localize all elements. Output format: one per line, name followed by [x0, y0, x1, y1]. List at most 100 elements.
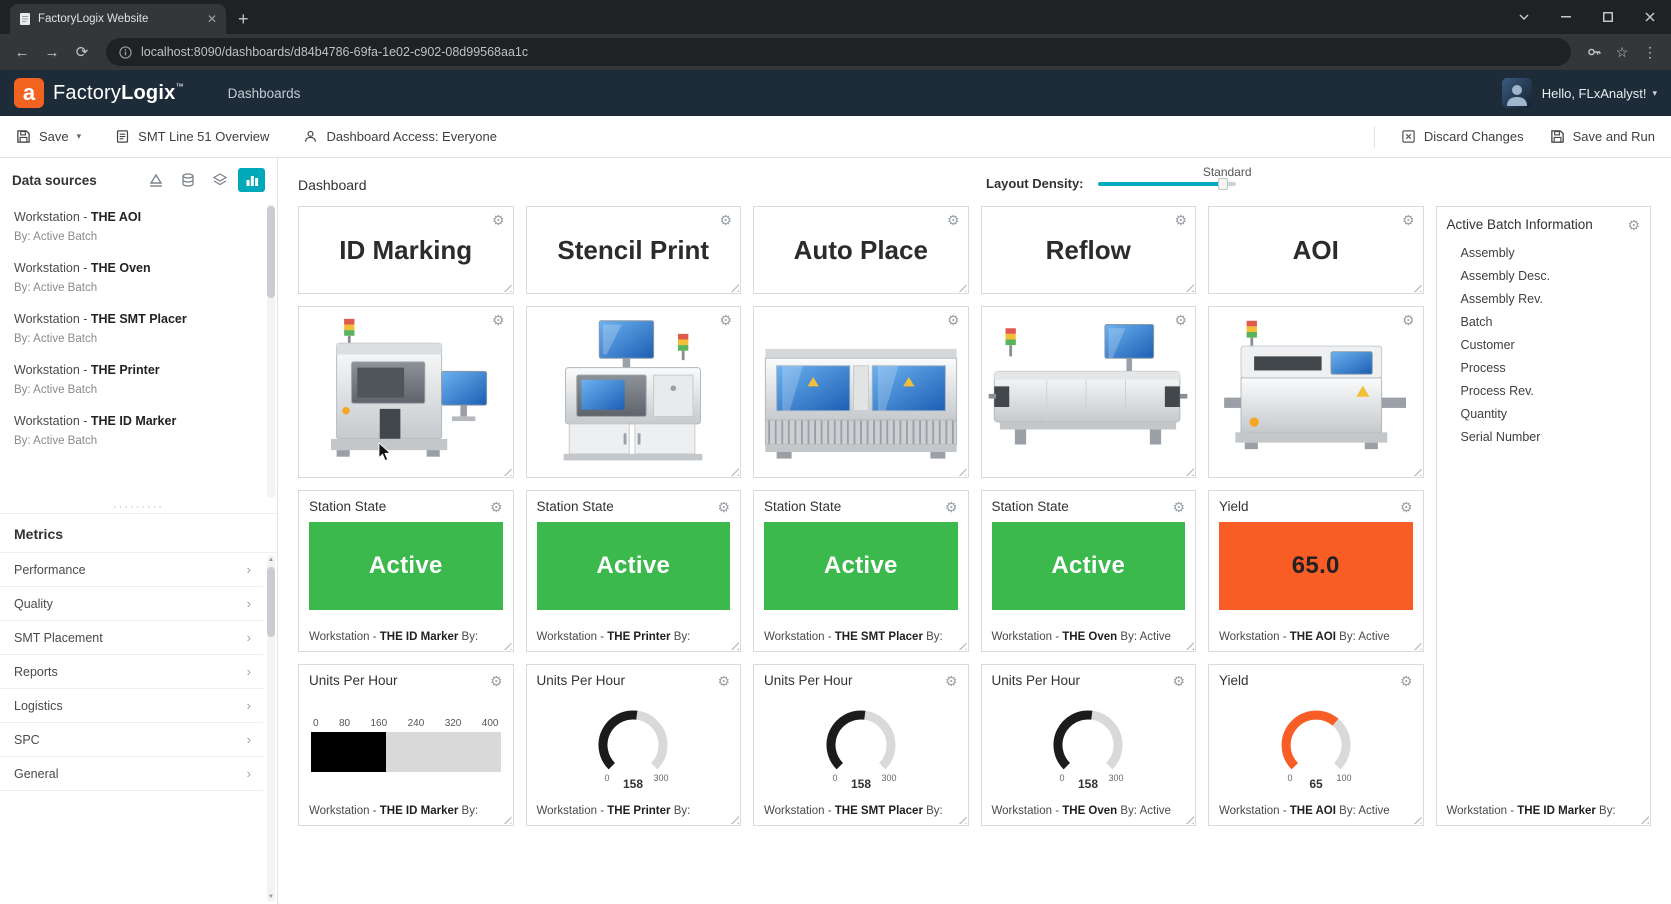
- browser-navbar: ← → ⟳ localhost:8090/dashboards/d84b4786…: [0, 34, 1671, 70]
- card-footer: Workstation - THE AOI By: Active: [1209, 797, 1423, 825]
- resize-handle[interactable]: [501, 465, 512, 476]
- units-per-hour-card-oven: Units Per Hour⚙ 0300158 Workstation - TH…: [981, 664, 1197, 826]
- window-minimize-icon[interactable]: [1545, 0, 1587, 34]
- title-card-id-marking: ⚙ ID Marking: [298, 206, 514, 294]
- bar-chart-icon[interactable]: [238, 168, 265, 192]
- url-bar[interactable]: localhost:8090/dashboards/d84b4786-69fa-…: [106, 38, 1571, 66]
- browser-menu-icon[interactable]: ⋮: [1637, 39, 1663, 65]
- resize-handle[interactable]: [1411, 281, 1422, 292]
- units-per-hour-card-id-marker: Units Per Hour⚙ 080160240320400 Workstat…: [298, 664, 514, 826]
- sidebar-item-performance[interactable]: Performance›: [0, 553, 263, 587]
- data-source-item[interactable]: Workstation - THE ID Marker By: Active B…: [0, 406, 263, 457]
- sidebar-item-logistics[interactable]: Logistics›: [0, 689, 263, 723]
- svg-text:100: 100: [1336, 773, 1351, 783]
- slider-handle[interactable]: [1218, 178, 1228, 190]
- svg-text:300: 300: [881, 773, 896, 783]
- panel-resize-handle[interactable]: ·········: [0, 500, 277, 513]
- browser-tab-strip: FactoryLogix Website ✕ +: [0, 0, 1671, 34]
- layout-density-slider[interactable]: Standard: [1098, 182, 1236, 186]
- site-info-icon[interactable]: [119, 46, 132, 59]
- dashboard-name-button[interactable]: SMT Line 51 Overview: [115, 129, 269, 144]
- person-icon: [303, 129, 318, 144]
- database-icon[interactable]: [174, 168, 201, 192]
- card-footer: Workstation - THE SMT Placer By:: [754, 623, 968, 651]
- gear-icon[interactable]: ⚙: [719, 213, 732, 227]
- data-source-item[interactable]: Workstation - THE AOI By: Active Batch: [0, 202, 263, 253]
- scroll-up-icon[interactable]: ▲: [267, 556, 275, 564]
- window-close-icon[interactable]: [1629, 0, 1671, 34]
- gear-icon[interactable]: ⚙: [492, 213, 505, 227]
- gear-icon[interactable]: ⚙: [1172, 500, 1185, 514]
- data-source-item[interactable]: Workstation - THE Printer By: Active Bat…: [0, 355, 263, 406]
- reload-icon[interactable]: ⟳: [68, 38, 96, 66]
- nav-dashboards[interactable]: Dashboards: [228, 86, 301, 101]
- dashboard-toolbar: Save▾ SMT Line 51 Overview Dashboard Acc…: [0, 116, 1671, 158]
- resize-handle[interactable]: [728, 465, 739, 476]
- units-per-hour-card-smt-placer: Units Per Hour⚙ 0300158 Workstation - TH…: [753, 664, 969, 826]
- units-per-hour-radial-gauge: 0300158: [766, 699, 956, 791]
- gear-icon[interactable]: ⚙: [1627, 218, 1640, 232]
- gear-icon[interactable]: ⚙: [717, 674, 730, 688]
- back-icon[interactable]: ←: [8, 38, 36, 66]
- gear-icon[interactable]: ⚙: [719, 313, 732, 327]
- svg-text:158: 158: [851, 777, 871, 791]
- machine-card-id-marker: ⚙: [298, 306, 514, 478]
- save-button[interactable]: Save▾: [16, 129, 81, 144]
- window-maximize-icon[interactable]: [1587, 0, 1629, 34]
- password-key-icon[interactable]: [1581, 39, 1607, 65]
- bookmark-star-icon[interactable]: ☆: [1609, 39, 1635, 65]
- station-state-card-smt-placer: Station State⚙ Active Workstation - THE …: [753, 490, 969, 652]
- station-state-card-oven: Station State⚙ Active Workstation - THE …: [981, 490, 1197, 652]
- dashboard-access-button[interactable]: Dashboard Access: Everyone: [303, 129, 497, 144]
- gear-icon[interactable]: ⚙: [947, 213, 960, 227]
- resize-handle[interactable]: [956, 281, 967, 292]
- metrics-scrollbar[interactable]: ▲ ▼: [267, 555, 275, 902]
- resize-handle[interactable]: [501, 281, 512, 292]
- station-state-tile: Active: [537, 522, 731, 610]
- resize-handle[interactable]: [1411, 465, 1422, 476]
- sidebar-item-spc[interactable]: SPC›: [0, 723, 263, 757]
- resize-handle[interactable]: [728, 281, 739, 292]
- card-footer: Workstation - THE ID Marker By:: [299, 797, 513, 825]
- save-and-run-button[interactable]: Save and Run: [1550, 129, 1655, 144]
- id-marker-machine-illustration: [312, 317, 500, 467]
- gear-icon[interactable]: ⚙: [1400, 674, 1413, 688]
- gear-icon[interactable]: ⚙: [1402, 213, 1415, 227]
- light-tower-icon: [678, 334, 688, 360]
- gear-icon[interactable]: ⚙: [947, 313, 960, 327]
- gear-icon[interactable]: ⚙: [492, 313, 505, 327]
- data-sources-scrollbar[interactable]: [267, 204, 275, 498]
- card-footer: Workstation - THE Oven By: Active: [982, 797, 1196, 825]
- new-tab-button[interactable]: +: [238, 10, 249, 28]
- scroll-down-icon[interactable]: ▼: [267, 893, 275, 901]
- factorylogix-logo-icon[interactable]: a: [14, 78, 44, 108]
- sidebar-item-reports[interactable]: Reports›: [0, 655, 263, 689]
- gear-icon[interactable]: ⚙: [1174, 213, 1187, 227]
- active-batch-info-card: Active Batch Information⚙ Assembly Assem…: [1436, 206, 1652, 826]
- gear-icon[interactable]: ⚙: [945, 674, 958, 688]
- browser-tab[interactable]: FactoryLogix Website ✕: [10, 4, 226, 34]
- user-avatar[interactable]: [1502, 78, 1532, 108]
- window-chevron-icon[interactable]: [1503, 0, 1545, 34]
- gear-icon[interactable]: ⚙: [1174, 313, 1187, 327]
- resize-handle[interactable]: [1183, 281, 1194, 292]
- data-source-item[interactable]: Workstation - THE SMT Placer By: Active …: [0, 304, 263, 355]
- gear-icon[interactable]: ⚙: [490, 500, 503, 514]
- sidebar-item-smt-placement[interactable]: SMT Placement›: [0, 621, 263, 655]
- sidebar-item-general[interactable]: General›: [0, 757, 263, 791]
- user-menu[interactable]: Hello, FLxAnalyst!▾: [1542, 86, 1657, 101]
- discard-changes-button[interactable]: Discard Changes: [1401, 129, 1524, 144]
- gear-icon[interactable]: ⚙: [945, 500, 958, 514]
- gear-icon[interactable]: ⚙: [1172, 674, 1185, 688]
- gear-icon[interactable]: ⚙: [717, 500, 730, 514]
- data-source-item[interactable]: Workstation - THE Oven By: Active Batch: [0, 253, 263, 304]
- sidebar-item-quality[interactable]: Quality›: [0, 587, 263, 621]
- brand-name[interactable]: FactoryLogix™: [53, 82, 184, 105]
- gear-icon[interactable]: ⚙: [1402, 313, 1415, 327]
- gear-icon[interactable]: ⚙: [490, 674, 503, 688]
- delta-chart-icon[interactable]: [142, 168, 169, 192]
- layers-icon[interactable]: [206, 168, 233, 192]
- gear-icon[interactable]: ⚙: [1400, 500, 1413, 514]
- tab-close-icon[interactable]: ✕: [207, 12, 217, 26]
- forward-icon[interactable]: →: [38, 38, 66, 66]
